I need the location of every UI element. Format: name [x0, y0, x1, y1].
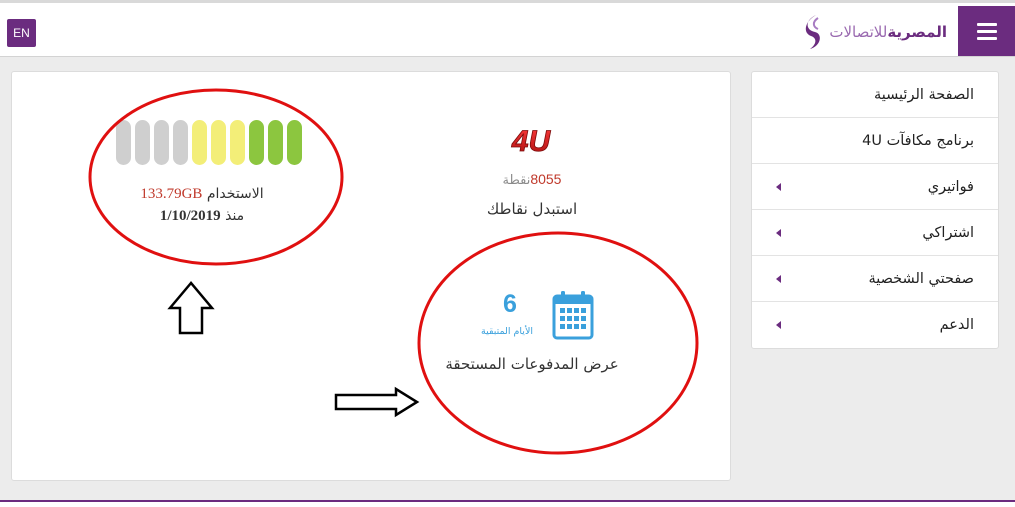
sidebar-menu: الصفحة الرئيسية برنامج مكافآت 4U فواتيري… — [751, 71, 999, 349]
sidebar-item-label: برنامج مكافآت 4U — [862, 132, 974, 149]
footer-strip — [0, 502, 1015, 507]
usage-meter-segment — [211, 120, 226, 165]
caret-left-icon — [776, 228, 781, 237]
sidebar-item-label: صفحتي الشخصية — [868, 270, 974, 287]
sidebar-item-my-bills[interactable]: فواتيري — [752, 164, 998, 210]
sidebar-item-my-subscription[interactable]: اشتراكي — [752, 210, 998, 256]
redeem-points-link[interactable]: استبدل نقاطك — [442, 200, 622, 218]
days-remaining-label: الأيام المتبقية — [480, 326, 534, 337]
since-date: 1/10/2019 — [159, 208, 221, 224]
points-value: 8055 — [530, 171, 562, 187]
sidebar-item-4u-rewards[interactable]: برنامج مكافآت 4U — [752, 118, 998, 164]
brand-name-light: للاتصالات — [829, 23, 888, 41]
usage-meter-segment — [173, 120, 188, 165]
header-bar: المصريةللاتصالات EN — [0, 3, 1015, 57]
sidebar-item-label: الصفحة الرئيسية — [873, 86, 974, 103]
sidebar-item-label: اشتراكي — [922, 224, 974, 241]
sidebar-item-support[interactable]: الدعم — [752, 302, 998, 348]
usage-meter-segment — [249, 120, 264, 165]
usage-meter[interactable] — [116, 120, 302, 165]
sidebar-item-my-profile[interactable]: صفحتي الشخصية — [752, 256, 998, 302]
hamburger-icon — [976, 22, 997, 26]
4u-rewards-logo-icon[interactable]: 4U — [498, 124, 564, 158]
svg-text:4U: 4U — [511, 125, 552, 158]
usage-meter-segment — [135, 120, 150, 165]
view-due-payments-link[interactable]: عرض المدفوعات المستحقة — [432, 355, 632, 373]
dashboard-card: الاستخدام 133.79GB منذ 1/10/2019 4U 8055… — [11, 71, 731, 481]
brand-logo[interactable]: المصريةللاتصالات — [801, 12, 947, 52]
sidebar-item-label: الدعم — [939, 317, 974, 333]
usage-meter-segment — [287, 120, 302, 165]
days-remaining-value: 6 — [503, 290, 517, 318]
we-swirl-logo-icon — [806, 15, 821, 49]
usage-meter-segment — [230, 120, 245, 165]
usage-meter-segment — [268, 120, 283, 165]
caret-left-icon — [776, 274, 781, 283]
sidebar-item-label: فواتيري — [927, 178, 974, 195]
language-toggle-button[interactable]: EN — [7, 19, 36, 47]
points-balance: 8055نقطة — [442, 171, 622, 188]
menu-button[interactable] — [958, 6, 1015, 56]
since-label: منذ — [225, 208, 245, 224]
usage-label: الاستخدام — [206, 186, 264, 202]
caret-left-icon — [776, 182, 781, 191]
usage-meter-segment — [154, 120, 169, 165]
hamburger-icon-line — [976, 36, 997, 40]
points-unit: نقطة — [502, 173, 531, 188]
usage-meter-segment — [192, 120, 207, 165]
usage-since: منذ 1/10/2019 — [92, 208, 312, 225]
brand-name-bold: المصرية — [887, 23, 947, 41]
sidebar-item-home[interactable]: الصفحة الرئيسية — [752, 72, 998, 118]
calendar-icon[interactable] — [552, 290, 594, 340]
usage-value: 133.79GB — [140, 186, 203, 202]
usage-meter-segment — [116, 120, 131, 165]
brand-name: المصريةللاتصالات — [829, 23, 947, 41]
hamburger-icon-line — [976, 29, 997, 33]
caret-left-icon — [776, 321, 781, 329]
usage-summary: الاستخدام 133.79GB — [92, 186, 312, 203]
